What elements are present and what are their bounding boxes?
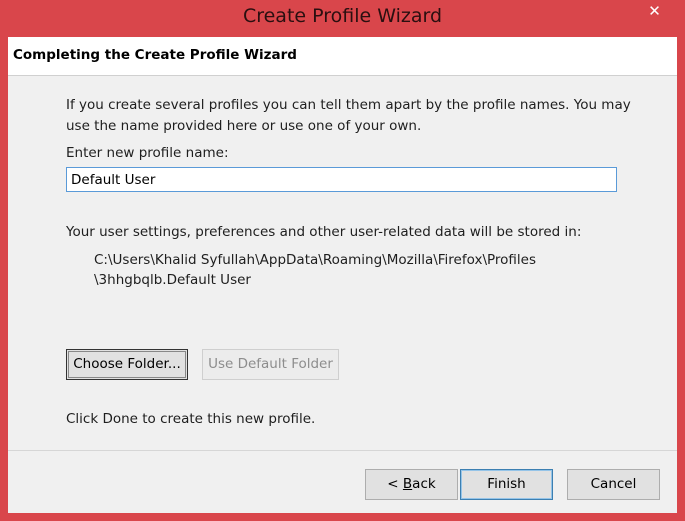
page-title: Completing the Create Profile Wizard xyxy=(13,47,297,63)
back-button[interactable]: < Back xyxy=(365,469,458,500)
choose-folder-button[interactable]: Choose Folder... xyxy=(66,349,188,380)
wizard-header: Completing the Create Profile Wizard xyxy=(8,37,677,76)
cancel-button[interactable]: Cancel xyxy=(567,469,660,500)
footer-divider xyxy=(8,450,677,451)
profile-name-label: Enter new profile name: xyxy=(66,145,229,161)
profile-name-input[interactable] xyxy=(66,167,617,192)
use-default-folder-button[interactable]: Use Default Folder xyxy=(202,349,339,380)
done-instruction-text: Click Done to create this new profile. xyxy=(66,411,316,427)
intro-text-line-1: If you create several profiles you can t… xyxy=(66,97,631,113)
window-title: Create Profile Wizard xyxy=(242,5,443,27)
storage-location-label: Your user settings, preferences and othe… xyxy=(66,224,582,240)
title-bar[interactable]: Create Profile Wizard ✕ xyxy=(0,0,685,36)
back-button-prefix: < xyxy=(387,476,403,492)
back-button-accesskey: B xyxy=(402,476,413,492)
profile-path-line-1: C:\Users\Khalid Syfullah\AppData\Roaming… xyxy=(94,252,537,268)
wizard-window: Create Profile Wizard ✕ Completing the C… xyxy=(0,0,685,521)
finish-button[interactable]: Finish xyxy=(460,469,553,500)
close-icon: ✕ xyxy=(648,2,661,20)
close-button[interactable]: ✕ xyxy=(632,0,677,22)
profile-path-line-2: \3hhgbqlb.Default User xyxy=(94,272,251,288)
back-button-rest: ack xyxy=(412,476,436,492)
wizard-client-area: Completing the Create Profile Wizard If … xyxy=(8,37,677,513)
intro-text-line-2: use the name provided here or use one of… xyxy=(66,118,422,134)
